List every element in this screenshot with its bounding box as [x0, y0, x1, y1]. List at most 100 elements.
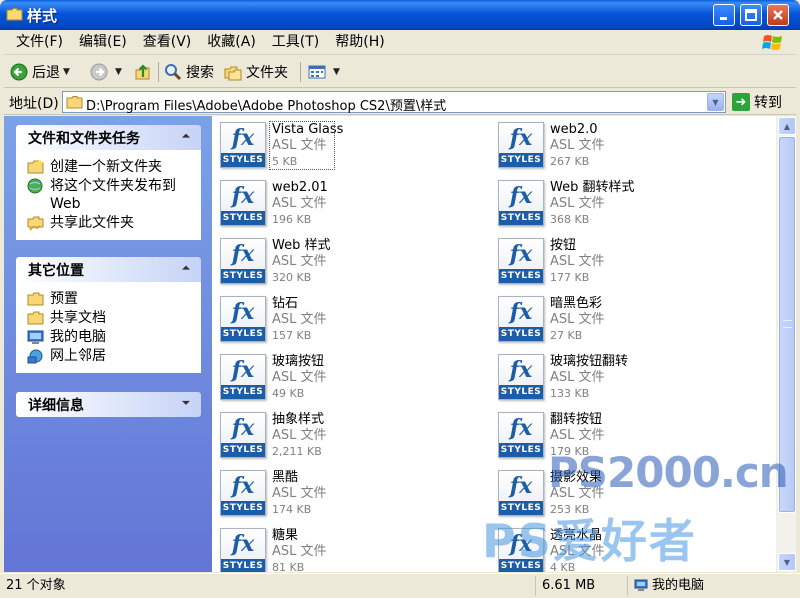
task-new-folder[interactable]: 创建一个新文件夹 [27, 158, 200, 176]
menu-help[interactable]: 帮助(H) [327, 31, 392, 53]
file-item[interactable]: fx STYLES 玻璃按钮翻转 ASL 文件 133 KB [492, 350, 752, 404]
file-item-text: 玻璃按钮翻转 ASL 文件 133 KB [550, 354, 750, 401]
task-publish-web[interactable]: 将这个文件夹发布到 Web [27, 177, 200, 213]
place-label: 网上邻居 [50, 348, 106, 364]
fx-glyph: fx [231, 299, 255, 325]
maximize-icon [745, 9, 757, 21]
address-input[interactable]: D:\Program Files\Adobe\Adobe Photoshop C… [62, 91, 726, 114]
file-item-text: 抽象样式 ASL 文件 2,211 KB [272, 412, 472, 459]
details-title: 详细信息 [28, 397, 84, 414]
menu-tools[interactable]: 工具(T) [264, 31, 327, 53]
file-name: 黑酷 [272, 470, 299, 485]
file-size: 196 KB [272, 213, 312, 226]
toolbar-separator [158, 62, 159, 82]
file-item[interactable]: fx STYLES web2.01 ASL 文件 196 KB [214, 176, 474, 230]
share-folder-icon [27, 216, 44, 231]
file-tasks-body: 创建一个新文件夹 将这个文件夹发布到 Web 共享此文件夹 [16, 150, 201, 240]
file-type: ASL 文件 [272, 254, 327, 269]
asl-file-icon: fx STYLES [220, 296, 266, 342]
task-share-folder[interactable]: 共享此文件夹 [27, 214, 200, 232]
computer-icon [634, 579, 648, 591]
globe-icon [27, 178, 43, 194]
folders-button[interactable]: 文件夹 [224, 60, 288, 84]
fx-glyph: fx [509, 415, 533, 441]
file-item[interactable]: fx STYLES 糖果 ASL 文件 81 KB [214, 524, 474, 572]
file-list: fx STYLES Vista Glass ASL 文件 5 KB fx STYLES web… [212, 116, 776, 572]
menu-view[interactable]: 查看(V) [135, 31, 200, 53]
place-network[interactable]: 网上邻居 [27, 347, 200, 365]
collapse-icon[interactable]: ⏶ [179, 130, 193, 144]
title-bar[interactable]: 样式 [0, 0, 800, 30]
menu-edit[interactable]: 编辑(E) [71, 31, 135, 53]
file-type: ASL 文件 [272, 312, 327, 327]
vertical-scrollbar[interactable]: ▲ ▼ [776, 116, 796, 572]
file-type: ASL 文件 [272, 196, 327, 211]
file-item-text: 黑酷 ASL 文件 174 KB [272, 470, 472, 517]
expand-icon[interactable]: ⏷ [179, 397, 193, 411]
place-my-computer[interactable]: 我的电脑 [27, 328, 200, 346]
address-dropdown-button[interactable]: ▼ [707, 93, 724, 111]
file-name: 玻璃按钮 [272, 354, 325, 369]
asl-file-icon: fx STYLES [498, 122, 544, 168]
styles-badge: STYLES [499, 443, 543, 457]
task-label: 将这个文件夹发布到 Web [50, 178, 176, 212]
file-item-text: 玻璃按钮 ASL 文件 49 KB [272, 354, 472, 401]
fx-glyph: fx [231, 241, 255, 267]
other-places-header[interactable]: 其它位置 ⏶ [16, 257, 201, 282]
status-object-count: 21 个对象 [2, 576, 536, 596]
file-name: Web 翻转样式 [550, 180, 635, 195]
address-label: 地址(D) [9, 96, 59, 112]
file-type: ASL 文件 [272, 428, 327, 443]
search-button[interactable]: 搜索 [164, 60, 214, 84]
file-item[interactable]: fx STYLES 抽象样式 ASL 文件 2,211 KB [214, 408, 474, 462]
file-item[interactable]: fx STYLES Web 翻转样式 ASL 文件 368 KB [492, 176, 752, 230]
asl-file-icon: fx STYLES [220, 238, 266, 284]
maximize-button[interactable] [740, 4, 762, 26]
file-tasks-header[interactable]: 文件和文件夹任务 ⏶ [16, 125, 201, 150]
place-shared-docs[interactable]: 共享文档 [27, 309, 200, 327]
forward-button[interactable]: ▼ [90, 60, 122, 84]
up-folder-button[interactable] [134, 60, 156, 84]
file-size: 368 KB [550, 213, 590, 226]
scroll-up-button[interactable]: ▲ [778, 117, 796, 135]
minimize-button[interactable] [713, 4, 735, 26]
go-button[interactable]: ➜ 转到 [732, 92, 782, 112]
fx-glyph: fx [231, 415, 255, 441]
fx-glyph: fx [231, 125, 255, 151]
search-icon [165, 64, 182, 81]
file-item[interactable]: fx STYLES Web 样式 ASL 文件 320 KB [214, 234, 474, 288]
back-dropdown-icon[interactable]: ▼ [63, 67, 70, 77]
views-dropdown-icon[interactable]: ▼ [333, 67, 340, 77]
details-header[interactable]: 详细信息 ⏷ [16, 392, 201, 417]
place-presets[interactable]: 预置 [27, 290, 200, 308]
file-item[interactable]: fx STYLES web2.0 ASL 文件 267 KB [492, 118, 752, 172]
collapse-icon[interactable]: ⏶ [179, 262, 193, 276]
shared-folder-icon [27, 311, 44, 325]
file-item[interactable]: fx STYLES 钻石 ASL 文件 157 KB [214, 292, 474, 346]
file-item-text: web2.01 ASL 文件 196 KB [272, 180, 472, 227]
styles-badge: STYLES [221, 559, 265, 572]
file-size: 27 KB [550, 329, 583, 342]
file-item[interactable]: fx STYLES 黑酷 ASL 文件 174 KB [214, 466, 474, 520]
asl-file-icon: fx STYLES [498, 296, 544, 342]
windows-logo-icon [762, 35, 782, 50]
file-item[interactable]: fx STYLES 暗黑色彩 ASL 文件 27 KB [492, 292, 752, 346]
menu-file[interactable]: 文件(F) [8, 31, 71, 53]
task-pane: 文件和文件夹任务 ⏶ 创建一个新文件夹 将这个文件夹发布到 Web 共享此文件夹… [4, 116, 212, 572]
file-item[interactable]: fx STYLES 按钮 ASL 文件 177 KB [492, 234, 752, 288]
views-button[interactable]: ▼ [308, 60, 340, 84]
forward-dropdown-icon[interactable]: ▼ [115, 67, 122, 77]
menu-favorites[interactable]: 收藏(A) [199, 31, 264, 53]
go-arrow-icon: ➜ [732, 93, 750, 111]
file-item[interactable]: fx STYLES Vista Glass ASL 文件 5 KB [214, 118, 474, 172]
scroll-down-button[interactable]: ▼ [778, 553, 796, 571]
file-item-text: 钻石 ASL 文件 157 KB [272, 296, 472, 343]
file-type: ASL 文件 [550, 312, 605, 327]
back-button[interactable]: 后退 ▼ [10, 60, 70, 84]
watermark-logo: PS2000.cn [548, 448, 789, 497]
close-button[interactable] [767, 4, 789, 26]
styles-badge: STYLES [499, 211, 543, 225]
other-places-body: 预置 共享文档 我的电脑 网上邻居 [16, 282, 201, 373]
styles-badge: STYLES [499, 385, 543, 399]
file-item[interactable]: fx STYLES 玻璃按钮 ASL 文件 49 KB [214, 350, 474, 404]
